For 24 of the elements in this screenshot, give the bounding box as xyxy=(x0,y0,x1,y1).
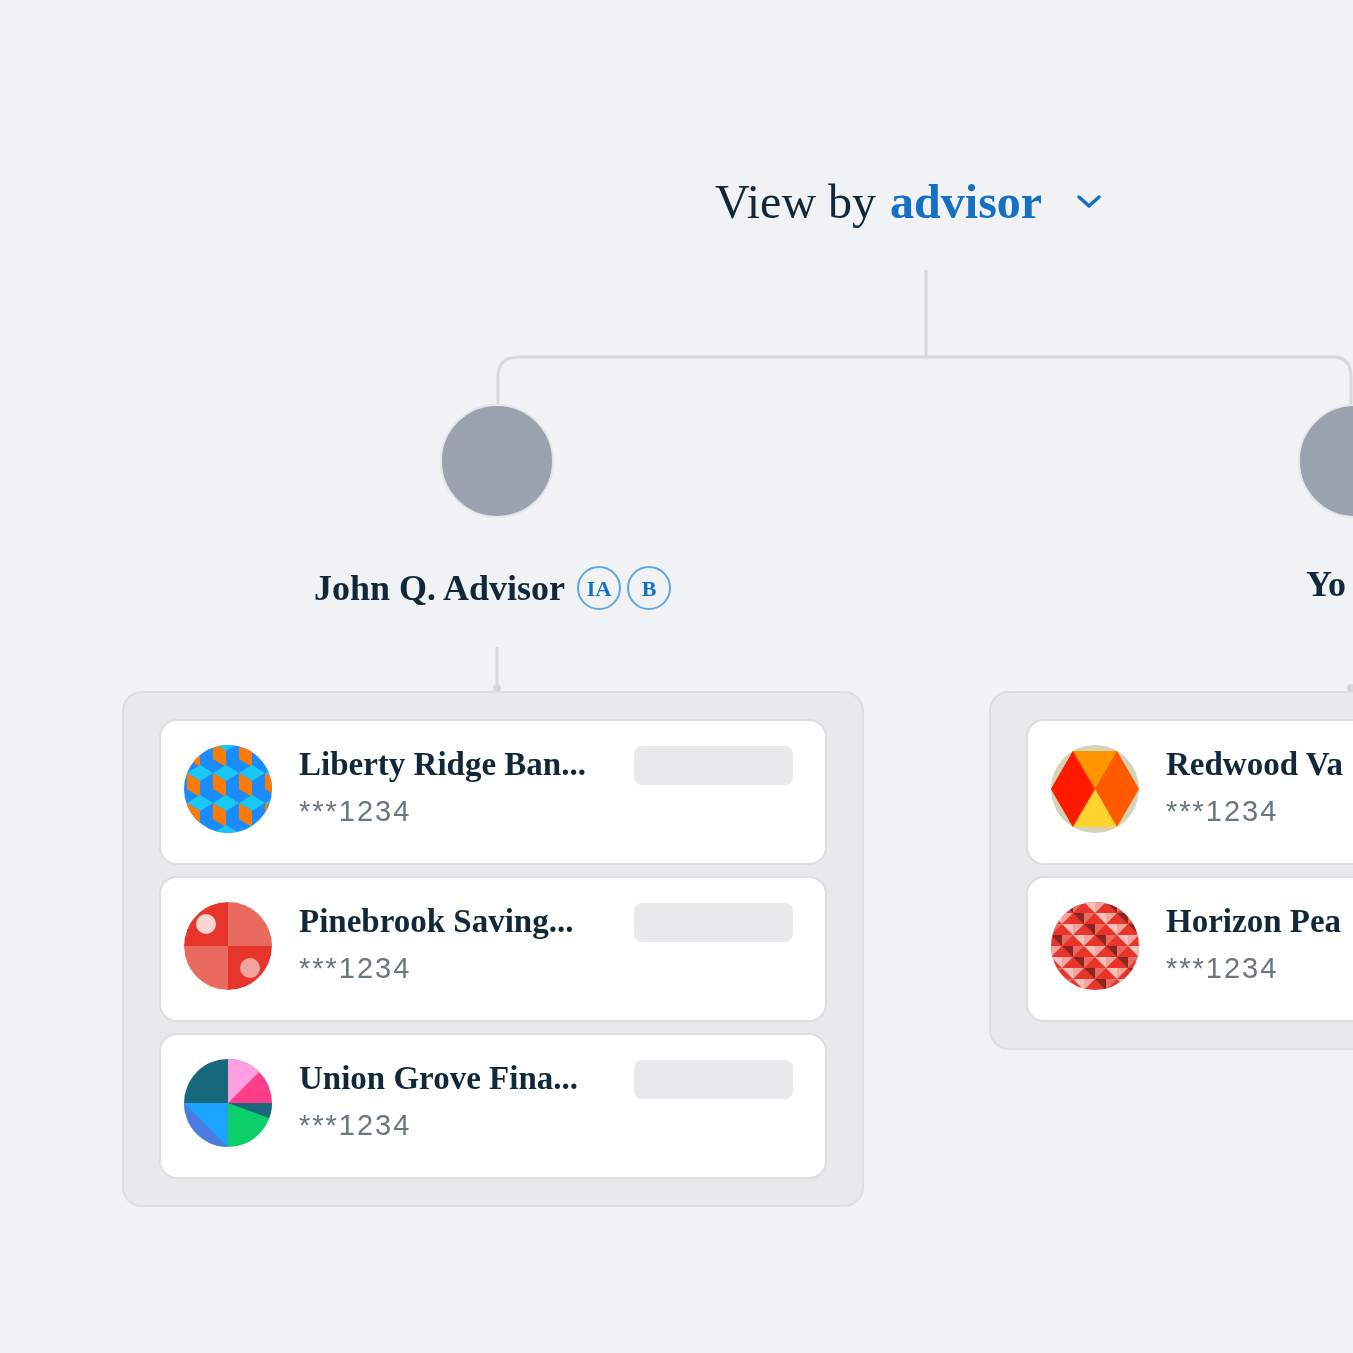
bank-logo-icon xyxy=(184,1059,272,1147)
chevron-down-icon[interactable] xyxy=(1076,194,1103,210)
account-card[interactable]: Liberty Ridge Ban... ***1234 xyxy=(159,719,827,865)
account-name: Redwood Va xyxy=(1166,745,1343,783)
bank-logo-icon xyxy=(184,902,272,990)
account-number: ***1234 xyxy=(299,954,413,983)
account-card[interactable]: Horizon Pea ***1234 xyxy=(1026,876,1353,1022)
advisor-name: John Q. Advisor xyxy=(314,570,566,606)
advisor-view-dropdown[interactable]: advisor xyxy=(890,178,1043,226)
account-name: Horizon Pea xyxy=(1166,902,1342,940)
role-badge: IA xyxy=(577,566,622,610)
account-card[interactable]: Pinebrook Saving... ***1234 xyxy=(159,876,827,1022)
account-number: ***1234 xyxy=(1166,954,1280,983)
account-number: ***1234 xyxy=(1166,797,1280,826)
advisor-name: Yo xyxy=(1306,566,1346,602)
heading-text: View by xyxy=(715,178,877,226)
role-badge: B xyxy=(627,566,672,610)
account-name: Pinebrook Saving... xyxy=(299,902,574,940)
account-name: Union Grove Fina... xyxy=(299,1059,578,1097)
account-number: ***1234 xyxy=(299,797,413,826)
account-card[interactable]: Union Grove Fina... ***1234 xyxy=(159,1033,827,1179)
account-number: ***1234 xyxy=(299,1111,413,1140)
account-name: Liberty Ridge Ban... xyxy=(299,745,586,783)
account-card[interactable]: Redwood Va ***1234 xyxy=(1026,719,1353,865)
